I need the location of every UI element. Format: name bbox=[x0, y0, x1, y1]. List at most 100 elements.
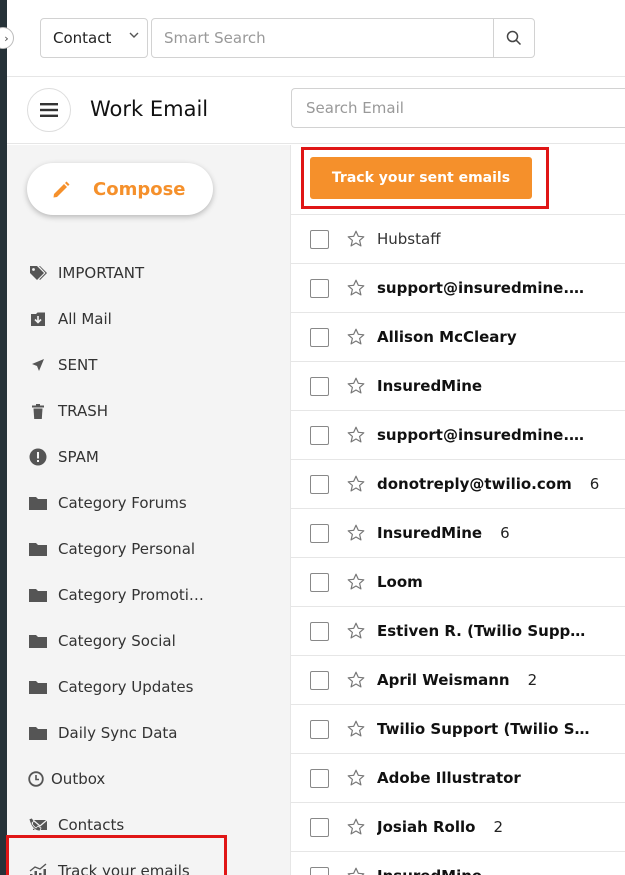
email-select-checkbox[interactable] bbox=[310, 719, 329, 739]
email-select-checkbox[interactable] bbox=[310, 572, 329, 592]
highlight-annotation-track-button bbox=[301, 147, 549, 209]
email-row[interactable]: Twilio Support (Twilio Sup… bbox=[291, 705, 625, 754]
email-row[interactable]: April Weismann 2 bbox=[291, 656, 625, 705]
sidebar-item-sent[interactable]: SENT bbox=[27, 342, 287, 388]
compose-button[interactable]: Compose bbox=[27, 163, 213, 215]
star-icon[interactable] bbox=[347, 524, 365, 542]
star-icon[interactable] bbox=[347, 426, 365, 444]
search-scope-value: Contact bbox=[53, 29, 112, 47]
sidebar-item-label: Category Updates bbox=[58, 678, 194, 696]
trash-icon bbox=[27, 402, 49, 420]
email-select-checkbox[interactable] bbox=[310, 621, 329, 641]
email-row[interactable]: Loom bbox=[291, 558, 625, 607]
mail-sidebar: Compose IMPORTANT All Mail SENT TRASH SP… bbox=[6, 145, 290, 875]
email-select-checkbox[interactable] bbox=[310, 817, 329, 837]
email-select-checkbox[interactable] bbox=[310, 327, 329, 347]
sidebar-item-label: SPAM bbox=[58, 448, 99, 466]
search-scope-select[interactable]: Contact bbox=[40, 18, 148, 58]
search-icon bbox=[506, 30, 522, 46]
email-sender: donotreply@twilio.com bbox=[377, 475, 572, 493]
sidebar-item-category-personal[interactable]: Category Personal bbox=[27, 526, 287, 572]
email-select-checkbox[interactable] bbox=[310, 278, 329, 298]
email-sender: April Weismann bbox=[377, 671, 510, 689]
email-row[interactable]: Adobe Illustrator bbox=[291, 754, 625, 803]
star-icon[interactable] bbox=[347, 573, 365, 591]
search-email-placeholder: Search Email bbox=[306, 99, 404, 117]
star-icon[interactable] bbox=[347, 769, 365, 787]
sidebar-item-label: Contacts bbox=[58, 816, 125, 834]
sidebar-item-trash[interactable]: TRASH bbox=[27, 388, 287, 434]
email-row[interactable]: Hubstaff bbox=[291, 215, 625, 264]
sidebar-item-category-forums[interactable]: Category Forums bbox=[27, 480, 287, 526]
star-icon[interactable] bbox=[347, 720, 365, 738]
star-icon[interactable] bbox=[347, 230, 365, 248]
smart-search-placeholder: Smart Search bbox=[164, 29, 266, 47]
folder-icon bbox=[27, 494, 49, 512]
top-search-bar: Contact Smart Search bbox=[7, 0, 625, 77]
email-sender: support@insuredmine.co… bbox=[377, 279, 592, 297]
sidebar-item-label: SENT bbox=[58, 356, 98, 374]
email-row[interactable]: donotreply@twilio.com 6 bbox=[291, 460, 625, 509]
email-row[interactable]: InsuredMine bbox=[291, 852, 625, 875]
email-select-checkbox[interactable] bbox=[310, 376, 329, 396]
thread-count: 2 bbox=[493, 818, 503, 836]
email-list: Track your sent emails Hubstaff support@i… bbox=[290, 145, 625, 875]
email-row[interactable]: support@insuredmine.co… bbox=[291, 411, 625, 460]
email-sender: InsuredMine bbox=[377, 867, 482, 875]
star-icon[interactable] bbox=[347, 328, 365, 346]
page-title: Work Email bbox=[90, 97, 209, 121]
star-icon[interactable] bbox=[347, 279, 365, 297]
menu-button[interactable] bbox=[27, 88, 71, 132]
email-row[interactable]: support@insuredmine.co… bbox=[291, 264, 625, 313]
star-icon[interactable] bbox=[347, 671, 365, 689]
sidebar-item-label: Category Promoti… bbox=[58, 586, 204, 604]
clock-icon bbox=[27, 770, 45, 788]
email-select-checkbox[interactable] bbox=[310, 425, 329, 445]
sidebar-item-category-promotions[interactable]: Category Promoti… bbox=[27, 572, 287, 618]
email-sender: InsuredMine bbox=[377, 377, 483, 395]
sidebar-item-label: Daily Sync Data bbox=[58, 724, 178, 742]
star-icon[interactable] bbox=[347, 622, 365, 640]
star-icon[interactable] bbox=[347, 818, 365, 836]
star-icon[interactable] bbox=[347, 867, 365, 875]
email-sender: Adobe Illustrator bbox=[377, 769, 521, 787]
email-row[interactable]: InsuredMine bbox=[291, 362, 625, 411]
email-row[interactable]: Josiah Rollo 2 bbox=[291, 803, 625, 852]
email-select-checkbox[interactable] bbox=[310, 229, 329, 249]
mail-contacts-icon bbox=[27, 816, 49, 834]
search-email-input[interactable]: Search Email bbox=[291, 88, 625, 128]
email-select-checkbox[interactable] bbox=[310, 474, 329, 494]
sidebar-item-important[interactable]: IMPORTANT bbox=[27, 250, 287, 296]
thread-count: 6 bbox=[589, 475, 600, 493]
folder-icon bbox=[27, 678, 49, 696]
star-icon[interactable] bbox=[347, 377, 365, 395]
highlight-annotation-track-emails bbox=[6, 835, 227, 875]
compose-label: Compose bbox=[93, 178, 186, 200]
email-sender: Estiven R. (Twilio Support) bbox=[377, 622, 592, 640]
sidebar-item-all-mail[interactable]: All Mail bbox=[27, 296, 287, 342]
email-select-checkbox[interactable] bbox=[310, 523, 329, 543]
folder-icon bbox=[27, 632, 49, 650]
search-button[interactable] bbox=[493, 18, 535, 58]
email-sender: Loom bbox=[377, 573, 423, 591]
star-icon[interactable] bbox=[347, 475, 365, 493]
email-row[interactable]: Estiven R. (Twilio Support) bbox=[291, 607, 625, 656]
sidebar-item-label: TRASH bbox=[58, 402, 109, 420]
email-select-checkbox[interactable] bbox=[310, 866, 329, 875]
track-toolbar: Track your sent emails bbox=[291, 145, 625, 215]
email-sender: Allison McCleary bbox=[377, 328, 517, 346]
sidebar-item-daily-sync-data[interactable]: Daily Sync Data bbox=[27, 710, 287, 756]
sidebar-item-category-social[interactable]: Category Social bbox=[27, 618, 287, 664]
sidebar-item-category-updates[interactable]: Category Updates bbox=[27, 664, 287, 710]
email-row[interactable]: Allison McCleary bbox=[291, 313, 625, 362]
email-sender: InsuredMine bbox=[377, 524, 483, 542]
sidebar-item-label: Category Forums bbox=[58, 494, 187, 512]
folder-icon bbox=[27, 724, 49, 742]
email-select-checkbox[interactable] bbox=[310, 670, 329, 690]
email-row[interactable]: InsuredMine 6 bbox=[291, 509, 625, 558]
sidebar-item-spam[interactable]: SPAM bbox=[27, 434, 287, 480]
sidebar-item-outbox[interactable]: Outbox bbox=[27, 756, 287, 802]
email-sender: support@insuredmine.co… bbox=[377, 426, 592, 444]
smart-search-input[interactable]: Smart Search bbox=[151, 18, 494, 58]
email-select-checkbox[interactable] bbox=[310, 768, 329, 788]
